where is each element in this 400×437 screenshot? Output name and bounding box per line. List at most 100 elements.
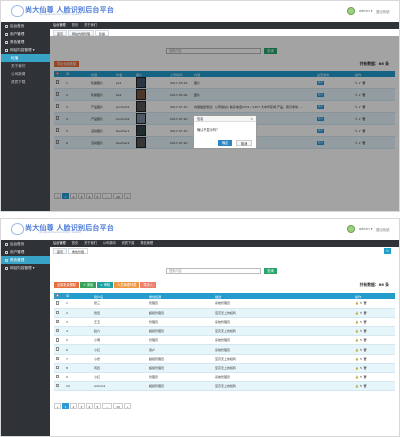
add-button[interactable]: + 添加 [80, 282, 97, 288]
topnav-item[interactable]: 首页 [69, 22, 81, 29]
sidebar-item-content[interactable]: 网站内容管理 ▾ [1, 46, 50, 54]
confirm-button[interactable]: 确定 [218, 140, 233, 146]
topnav-item[interactable]: 角色管理 [137, 240, 156, 247]
tab-home[interactable]: 首页 [53, 248, 68, 254]
cell-username: 赵六 [92, 326, 147, 337]
topnav-item[interactable]: 后台管理 [50, 240, 69, 247]
row-action-icons[interactable]: 🔒 ✎ 🗑 [355, 311, 367, 315]
tab-roles[interactable]: 角色管理 [68, 248, 89, 254]
row-select-cell[interactable] [54, 381, 64, 392]
checkbox[interactable] [56, 374, 60, 379]
page-button[interactable]: 5 [94, 403, 101, 409]
checkbox[interactable] [56, 328, 60, 333]
username[interactable]: admin ▾ [359, 9, 372, 13]
row-select-cell[interactable] [54, 299, 64, 309]
topnav-item[interactable]: 关于我们 [81, 240, 100, 247]
page-button[interactable]: 2 [70, 403, 77, 409]
checkbox[interactable] [56, 365, 60, 370]
home-icon [5, 242, 8, 246]
page-button[interactable]: ... [102, 403, 112, 409]
page-button[interactable]: 4 [86, 403, 93, 409]
topnav-item[interactable]: 关于我们 [81, 22, 100, 29]
checkbox[interactable] [56, 356, 60, 360]
row-select-cell[interactable] [54, 335, 64, 346]
search-button[interactable]: 查询 [264, 268, 277, 274]
cancel-button[interactable]: 取消 [236, 140, 253, 146]
username[interactable]: admin ▾ [359, 227, 372, 231]
row-select-cell[interactable] [54, 363, 64, 374]
sidebar-item-roles[interactable]: 角色管理 [1, 256, 50, 264]
sidebar-item-users[interactable]: 用户管理 [1, 248, 50, 256]
role-table: ID 用户名 角色权限 描述 操作 1 张三 管理员 系统管理员 🔒 ✎ 🗑 2 张四 超级管… [54, 293, 395, 392]
sidebar-item-news[interactable]: 公司新闻 [1, 70, 50, 78]
checkbox[interactable] [56, 319, 60, 324]
close-icon[interactable]: × [250, 116, 253, 122]
page-button[interactable]: 1 [62, 403, 69, 409]
breadcrumb-tabs: 首页 角色管理 [53, 248, 393, 254]
row-action-icons[interactable]: 🔒 ✎ 🗑 [355, 338, 367, 342]
topnav-item[interactable]: 资质下载 [119, 240, 138, 247]
row-action-icons[interactable]: 🔒 ✎ 🗑 [355, 375, 367, 379]
review-button[interactable]: ✔ 审核 [97, 282, 114, 288]
topnav-item[interactable]: 首页 [69, 240, 81, 247]
logo-subtitle: Shangda Xianzun Admin System [39, 231, 82, 234]
row-action-icons[interactable]: 🔒 ✎ 🗑 [355, 384, 367, 388]
search-input[interactable]: 搜索内容 [166, 268, 261, 274]
user-menu[interactable]: admin ▾ 退出系统 [347, 225, 393, 234]
avatar[interactable] [347, 7, 355, 15]
cell-actions: 🔒 ✎ 🗑 [353, 363, 395, 374]
page-button[interactable]: » [124, 403, 131, 409]
row-action-icons[interactable]: 🔒 ✎ 🗑 [355, 357, 367, 361]
cell-username: 小张 [92, 354, 147, 364]
checkbox[interactable] [56, 384, 60, 388]
checkbox[interactable] [56, 293, 60, 298]
row-action-icons[interactable]: 🔒 ✎ 🗑 [355, 301, 367, 305]
cell-id: 6 [64, 344, 92, 355]
checkbox[interactable] [56, 301, 60, 305]
cell-username: 张四 [92, 308, 147, 318]
sidebar-item-roles[interactable]: 角色管理 [1, 38, 50, 46]
sidebar-item-users[interactable]: 用户管理 [1, 30, 50, 38]
sidebar-item-label: 角色管理 [10, 40, 25, 44]
import-button[interactable]: 导出入 [140, 282, 156, 288]
sidebar-item-carousel[interactable]: 轮播 [1, 54, 50, 62]
user-menu[interactable]: admin ▾ 退出系统 [347, 7, 393, 16]
row-select-cell[interactable] [54, 326, 64, 337]
row-select-cell[interactable] [54, 317, 64, 328]
checkbox[interactable] [56, 338, 60, 342]
row-action-icons[interactable]: 🔒 ✎ 🗑 [355, 348, 367, 352]
batch-delete-button[interactable]: 全部批量删除 [54, 282, 80, 288]
refresh-icon[interactable]: ↻ [384, 248, 391, 254]
row-action-icons[interactable]: 🔒 ✎ 🗑 [355, 329, 367, 333]
row-action-icons[interactable]: 🔒 ✎ 🗑 [355, 366, 367, 370]
cell-id: 10 [64, 381, 92, 392]
row-select-cell[interactable] [54, 354, 64, 364]
checkbox[interactable] [56, 310, 60, 314]
topnav-item[interactable]: 后台管理 [50, 22, 69, 29]
cell-actions: 🔒 ✎ 🗑 [353, 372, 395, 383]
topnav-item[interactable]: 公司新闻 [100, 240, 119, 247]
table-row: 3 王五 管理员 系统管理员 🔒 ✎ 🗑 [54, 317, 395, 328]
logout-link[interactable]: 退出系统 [376, 9, 390, 14]
row-select-cell[interactable] [54, 372, 64, 383]
row-select-cell[interactable] [54, 344, 64, 355]
cell-actions: 🔒 ✎ 🗑 [353, 344, 395, 355]
logout-link[interactable]: 退出系统 [376, 227, 390, 232]
sidebar-item-label: 资质下载 [11, 80, 26, 84]
cell-actions: 🔒 ✎ 🗑 [353, 299, 395, 309]
row-action-icons[interactable]: 🔒 ✎ 🗑 [355, 320, 367, 324]
sidebar-item-label: 后台首页 [10, 24, 25, 28]
sidebar-item-about[interactable]: 关于我们 [1, 62, 50, 70]
page-button[interactable]: 10 [113, 403, 123, 409]
page-button[interactable]: « [54, 403, 61, 409]
cell-role: 超级管理员 [147, 326, 213, 337]
staff-list-button[interactable]: 人员管理列表 [114, 282, 140, 288]
sidebar-item-downloads[interactable]: 资质下载 [1, 78, 50, 86]
page-button[interactable]: 3 [78, 403, 85, 409]
sidebar-item-home[interactable]: 后台首页 [1, 240, 50, 248]
sidebar-item-content[interactable]: 网站内容管理 ▾ [1, 264, 50, 272]
row-select-cell[interactable] [54, 308, 64, 318]
avatar[interactable] [347, 225, 355, 233]
checkbox[interactable] [56, 347, 60, 351]
sidebar-item-home[interactable]: 后台首页 [1, 22, 50, 30]
